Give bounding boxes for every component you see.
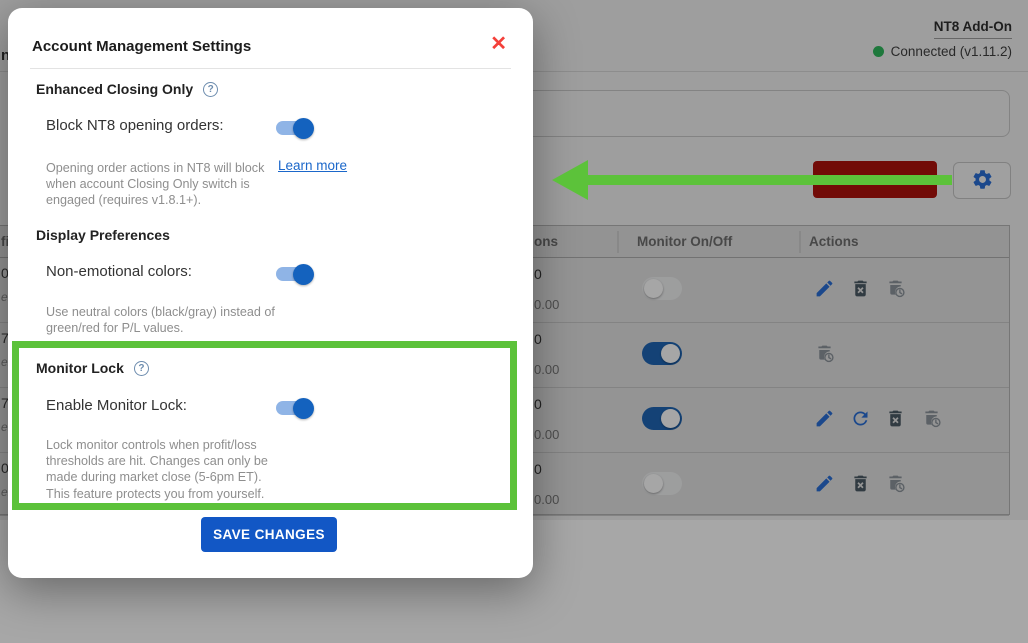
close-icon[interactable]: ✕ [490,34,507,54]
learn-more-link[interactable]: Learn more [278,158,347,173]
section-monitor-lock: Monitor Lock ? [36,360,149,376]
section-heading: Enhanced Closing Only [36,81,194,97]
display-description: Use neutral colors (black/gray) instead … [46,305,275,336]
modal-title: Account Management Settings [32,38,252,55]
monitor-lock-description: Lock monitor controls when profit/loss t… [46,438,268,501]
block-nt8-label: Block NT8 opening orders: [46,117,224,134]
enable-monitor-lock-toggle[interactable] [276,397,314,419]
help-icon[interactable]: ? [133,360,149,376]
section-heading: Monitor Lock [36,360,124,376]
save-changes-button[interactable]: SAVE CHANGES [201,517,337,552]
help-icon[interactable]: ? [203,81,219,97]
enable-monitor-lock-label: Enable Monitor Lock: [46,397,187,414]
section-enhanced-closing-only: Enhanced Closing Only ? [36,81,219,97]
modal-divider [30,68,511,69]
section-display-preferences: Display Preferences [36,227,170,243]
section-heading: Display Preferences [36,227,170,243]
enhanced-description: Opening order actions in NT8 will block … [46,161,265,208]
block-nt8-toggle[interactable] [276,117,314,139]
non-emotional-colors-toggle[interactable] [276,263,314,285]
non-emotional-colors-label: Non-emotional colors: [46,263,192,280]
account-management-settings-modal: Account Management Settings ✕ Enhanced C… [8,8,533,578]
